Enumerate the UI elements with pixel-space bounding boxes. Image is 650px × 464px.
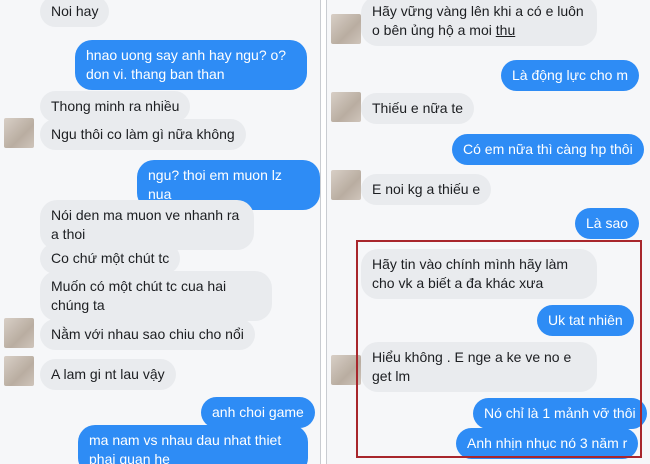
message-outgoing[interactable]: ma nam vs nhau dau nhat thiet phai quan … — [78, 425, 308, 464]
message-incoming[interactable]: E noi kg a thiếu e — [361, 174, 492, 205]
message-incoming[interactable]: Thong minh ra nhiều — [40, 91, 191, 122]
message-outgoing[interactable]: anh choi game — [201, 397, 315, 428]
message-incoming[interactable]: Nằm với nhau sao chiu cho nổi — [40, 319, 255, 350]
contact-avatar — [331, 14, 361, 44]
message-text-underlined: thu — [495, 22, 516, 38]
message-incoming[interactable]: Co chứ một chút tc — [40, 243, 181, 274]
message-incoming[interactable]: Noi hay — [40, 0, 110, 27]
contact-avatar — [4, 318, 34, 348]
highlight-frame — [356, 240, 642, 458]
contact-avatar — [331, 92, 361, 122]
message-outgoing[interactable]: Có em nữa thì càng hp thôi — [452, 134, 644, 165]
message-incoming[interactable]: A lam gi nt lau vậy — [40, 359, 176, 390]
left-chat-panel: Noi hay hnao uong say anh hay ngu? o? do… — [0, 0, 321, 464]
contact-avatar — [4, 118, 34, 148]
message-outgoing[interactable]: Là sao — [575, 208, 640, 239]
message-outgoing[interactable]: Là động lực cho m — [501, 60, 639, 91]
message-incoming[interactable]: Ngu thôi co làm gì nữa không — [40, 119, 246, 150]
message-incoming[interactable]: Muốn có một chút tc cua hai chúng ta — [40, 271, 272, 321]
contact-avatar — [4, 356, 34, 386]
message-incoming[interactable]: Thiếu e nữa te — [361, 93, 475, 124]
message-text: Hãy vững vàng lên khi a có e luôn o bên … — [372, 3, 584, 38]
contact-avatar — [331, 170, 361, 200]
message-outgoing[interactable]: hnao uong say anh hay ngu? o? don vi. th… — [75, 40, 307, 90]
message-incoming[interactable]: Hãy vững vàng lên khi a có e luôn o bên … — [361, 0, 597, 46]
